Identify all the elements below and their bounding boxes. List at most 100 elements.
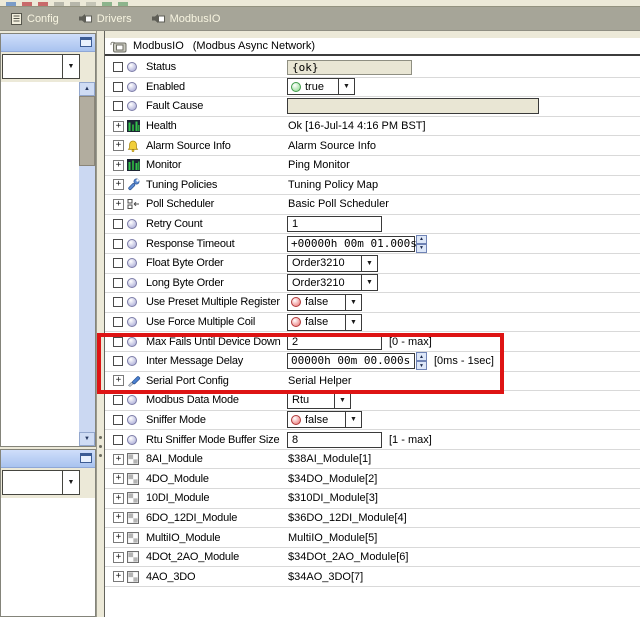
scroll-thumb[interactable]	[79, 96, 95, 166]
expand-plus-icon[interactable]	[113, 454, 124, 465]
value-input-field[interactable]: 1	[287, 216, 382, 232]
pane-maximize-icon[interactable]	[80, 453, 92, 463]
value-dropdown[interactable]: Order3210	[287, 274, 378, 291]
value-text: Alarm Source Info	[287, 140, 376, 152]
value-dropdown[interactable]: false	[287, 411, 362, 428]
dropdown-arrow-icon[interactable]	[334, 393, 350, 408]
value-text: Tuning Policy Map	[287, 179, 378, 191]
expand-plus-icon[interactable]	[113, 512, 124, 523]
value-text-field[interactable]	[287, 98, 539, 114]
lead-cell	[113, 121, 127, 132]
dropdown-arrow-icon[interactable]	[345, 295, 361, 310]
property-label: 4AO_3DO	[146, 571, 287, 583]
spinner-up-icon[interactable]	[416, 235, 427, 244]
property-rows: Status{ok}EnabledtrueFault CauseHealthOk…	[105, 58, 640, 617]
value-dropdown[interactable]: true	[287, 78, 355, 95]
property-row: Float Byte OrderOrder3210	[105, 254, 640, 274]
sheet-header: ModbusIO (Modbus Async Network)	[105, 38, 640, 56]
spinner-down-icon[interactable]	[416, 361, 427, 370]
dropdown-arrow-icon[interactable]	[361, 256, 377, 271]
property-label: Alarm Source Info	[146, 140, 287, 152]
spinner-down-icon[interactable]	[416, 244, 427, 253]
combobox-value[interactable]	[3, 55, 62, 78]
icon-cell	[127, 453, 146, 465]
nav-tree-area[interactable]	[1, 82, 95, 446]
row-checkbox[interactable]	[113, 258, 123, 268]
icon-cell	[127, 317, 146, 327]
value-time-field[interactable]: 00000h 00m 00.000s	[287, 353, 415, 369]
nav-tree-area[interactable]	[1, 498, 95, 616]
pane-title-bar[interactable]	[1, 34, 95, 52]
row-checkbox[interactable]	[113, 62, 123, 72]
row-checkbox[interactable]	[113, 356, 123, 366]
combobox-arrow-icon[interactable]	[62, 471, 79, 494]
property-row: Tuning PoliciesTuning Policy Map	[105, 176, 640, 196]
property-row: 4DOt_2AO_Module$34DOt_2AO_Module[6]	[105, 548, 640, 568]
expand-plus-icon[interactable]	[113, 160, 124, 171]
value-cell: $34DOt_2AO_Module[6]	[287, 551, 408, 563]
module-icon	[127, 453, 139, 465]
pane-title-bar[interactable]	[1, 450, 95, 468]
value-dropdown[interactable]: false	[287, 294, 362, 311]
pane-splitter[interactable]	[96, 31, 105, 617]
scrollbar[interactable]	[79, 82, 95, 446]
property-label: 10DI_Module	[146, 492, 287, 504]
tab-config[interactable]: Config	[11, 13, 59, 25]
value-dropdown[interactable]: false	[287, 314, 362, 331]
row-checkbox[interactable]	[113, 297, 123, 307]
expand-plus-icon[interactable]	[113, 121, 124, 132]
property-orb-icon	[127, 219, 137, 229]
dropdown-arrow-icon[interactable]	[361, 275, 377, 290]
expand-plus-icon[interactable]	[113, 532, 124, 543]
combobox-arrow-icon[interactable]	[62, 55, 79, 78]
row-checkbox[interactable]	[113, 239, 123, 249]
property-label: Serial Port Config	[146, 375, 287, 387]
property-label: Tuning Policies	[146, 179, 287, 191]
value-dropdown[interactable]: Order3210	[287, 255, 378, 272]
row-checkbox[interactable]	[113, 435, 123, 445]
value-time-field[interactable]: +00000h 00m 01.000s	[287, 236, 415, 252]
tab-drivers[interactable]: Drivers	[78, 13, 132, 25]
value-input-field[interactable]: 2	[287, 334, 382, 350]
row-checkbox[interactable]	[113, 219, 123, 229]
dropdown-arrow-icon[interactable]	[345, 412, 361, 427]
property-row: Retry Count1	[105, 215, 640, 235]
icon-cell	[127, 82, 146, 92]
row-checkbox[interactable]	[113, 278, 123, 288]
module-icon	[127, 512, 139, 524]
spinner-up-icon[interactable]	[416, 352, 427, 361]
value-cell: $34AO_3DO[7]	[287, 571, 363, 583]
nav-combobox-top[interactable]	[2, 54, 80, 79]
row-checkbox[interactable]	[113, 395, 123, 405]
row-checkbox[interactable]	[113, 101, 123, 111]
lead-cell	[113, 532, 127, 543]
nav-combobox-bottom[interactable]	[2, 470, 80, 495]
expand-plus-icon[interactable]	[113, 375, 124, 386]
value-text: $38AI_Module[1]	[287, 453, 371, 465]
lead-cell	[113, 375, 127, 386]
lead-cell	[113, 571, 127, 582]
value-input-field[interactable]: 8	[287, 432, 382, 448]
dropdown-arrow-icon[interactable]	[338, 79, 354, 94]
expand-plus-icon[interactable]	[113, 179, 124, 190]
row-checkbox[interactable]	[113, 82, 123, 92]
expand-plus-icon[interactable]	[113, 199, 124, 210]
property-orb-icon	[127, 239, 137, 249]
value-dropdown[interactable]: Rtu	[287, 392, 351, 409]
scroll-up-button[interactable]	[79, 82, 95, 96]
pane-maximize-icon[interactable]	[80, 37, 92, 47]
expand-plus-icon[interactable]	[113, 552, 124, 563]
dropdown-value: Order3210	[288, 277, 361, 289]
dropdown-arrow-icon[interactable]	[345, 315, 361, 330]
expand-plus-icon[interactable]	[113, 473, 124, 484]
expand-plus-icon[interactable]	[113, 571, 124, 582]
combobox-value[interactable]	[3, 471, 62, 494]
tab-modbusio[interactable]: ModbusIO	[151, 13, 221, 25]
scroll-down-button[interactable]	[79, 432, 95, 446]
expand-plus-icon[interactable]	[113, 140, 124, 151]
row-checkbox[interactable]	[113, 317, 123, 327]
icon-cell	[127, 120, 146, 132]
row-checkbox[interactable]	[113, 337, 123, 347]
row-checkbox[interactable]	[113, 415, 123, 425]
expand-plus-icon[interactable]	[113, 493, 124, 504]
